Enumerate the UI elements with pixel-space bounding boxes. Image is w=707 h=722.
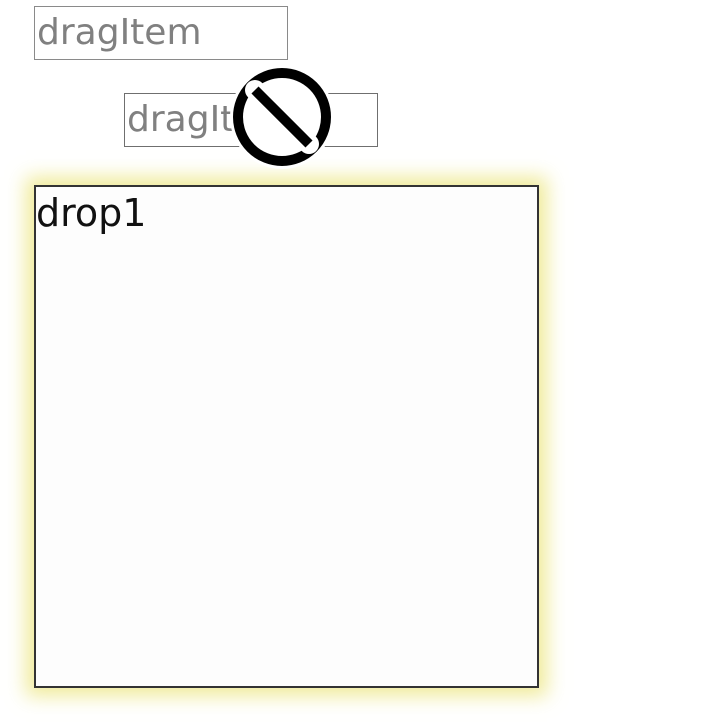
drop-zone[interactable]: drop1 xyxy=(34,185,539,688)
drop-zone-label: drop1 xyxy=(36,191,147,235)
drag-item[interactable]: dragItem xyxy=(34,6,288,60)
no-drop-icon xyxy=(229,64,335,170)
